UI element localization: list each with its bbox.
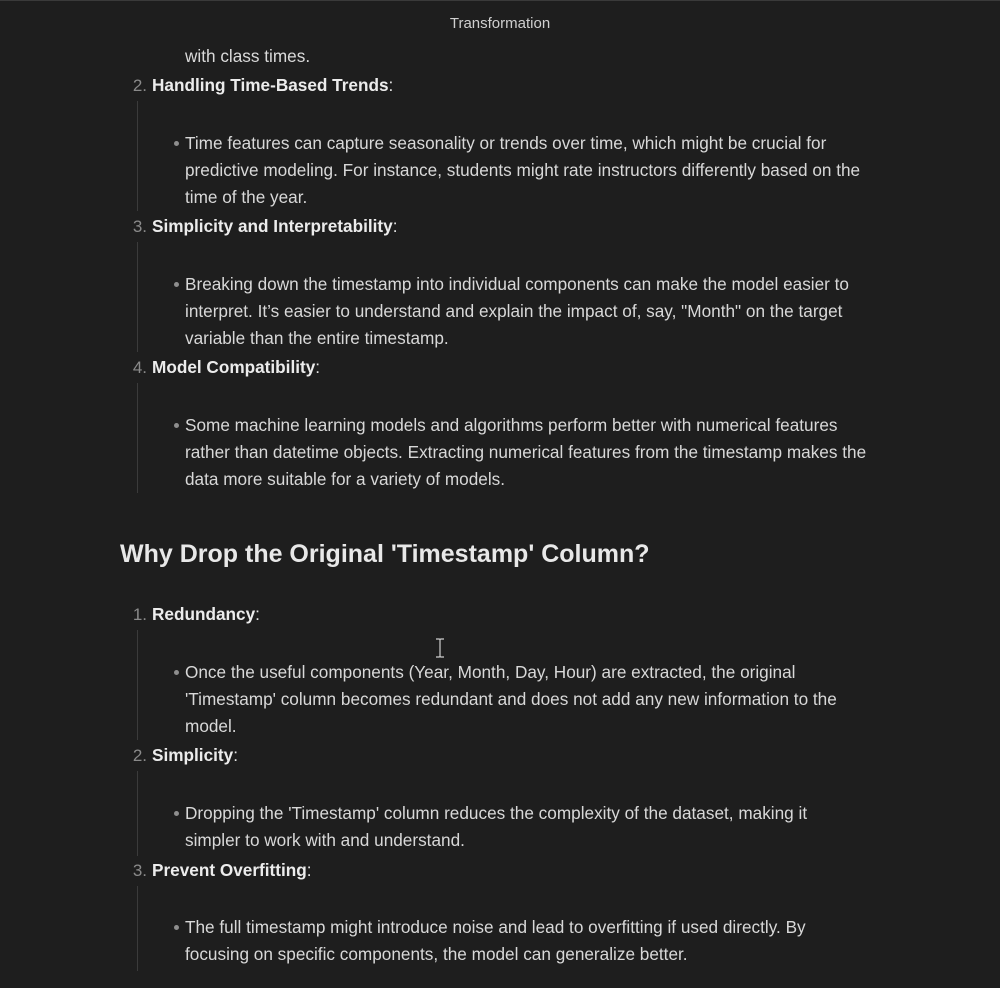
bullet-line: Dropping the 'Timestamp' column reduces … xyxy=(185,803,808,823)
list-number: 3. xyxy=(132,217,147,236)
list-item-colon: : xyxy=(255,604,260,624)
list-number: 2. xyxy=(132,746,147,765)
text-cursor-icon xyxy=(436,638,444,658)
list-number: 2. xyxy=(132,76,147,95)
document-window: Transformation with class times. 2. Hand… xyxy=(0,0,1000,988)
list-number: 1. xyxy=(132,605,147,624)
bullet-text: The full timestamp might introduce noise… xyxy=(185,914,905,968)
window-title: Transformation xyxy=(449,15,551,32)
bullet-text: Time features can capture seasonality or… xyxy=(185,130,905,211)
indent-guide xyxy=(137,383,138,493)
indent-guide xyxy=(137,886,138,971)
bullet-line: 'Timestamp' column becomes redundant and… xyxy=(185,689,837,709)
list-item-title-bold: Prevent Overfitting xyxy=(152,860,307,880)
indent-guide xyxy=(137,101,138,211)
bullet-line: Once the useful components (Year, Month,… xyxy=(185,662,796,682)
indent-guide xyxy=(137,771,138,856)
bullet-line: Time features can capture seasonality or… xyxy=(185,133,827,153)
list-item-title: Simplicity and Interpretability: xyxy=(152,213,397,240)
list-item-title-bold: Redundancy xyxy=(152,604,256,624)
bullet-text: Dropping the 'Timestamp' column reduces … xyxy=(185,800,905,854)
bullet-line: data more suitable for a variety of mode… xyxy=(185,469,506,489)
top-fragment-text: with class times. xyxy=(185,46,311,66)
list-item-colon: : xyxy=(315,357,321,377)
bullet-line: predictive modeling. For instance, stude… xyxy=(185,160,861,180)
list-number: 3. xyxy=(132,861,147,880)
list-item-title-bold: Handling Time-Based Trends xyxy=(152,75,389,95)
bullet-icon xyxy=(174,141,179,146)
indent-guide xyxy=(137,242,138,352)
list-item-title: Model Compatibility: xyxy=(152,354,320,381)
bullet-icon xyxy=(174,282,179,287)
title-bar: Transformation xyxy=(0,1,1000,45)
bullet-line: Some machine learning models and algorit… xyxy=(185,415,838,435)
bullet-line: rather than datetime objects. Extracting… xyxy=(185,442,867,462)
list-item-title: Simplicity: xyxy=(152,742,238,769)
bullet-line: focusing on specific components, the mod… xyxy=(185,944,688,964)
list-item-title-bold: Simplicity xyxy=(152,745,234,765)
list-item-title: Handling Time-Based Trends: xyxy=(152,72,393,99)
bullet-line: model. xyxy=(185,716,237,736)
section-heading: Why Drop the Original 'Timestamp' Column… xyxy=(120,540,650,568)
bullet-line: simpler to work with and understand. xyxy=(185,830,465,850)
bullet-text: Once the useful components (Year, Month,… xyxy=(185,659,905,740)
bullet-icon xyxy=(174,423,179,428)
list-item-colon: : xyxy=(392,216,398,236)
bullet-line: Breaking down the timestamp into individ… xyxy=(185,274,849,294)
bullet-line: variable than the entire timestamp. xyxy=(185,328,449,348)
bullet-line: interpret. It’s easier to understand and… xyxy=(185,301,843,321)
indent-guide xyxy=(137,630,138,740)
bullet-text: Some machine learning models and algorit… xyxy=(185,412,905,493)
list-item-colon: : xyxy=(233,745,238,765)
bullet-icon xyxy=(174,811,179,816)
document-content[interactable]: with class times. 2. Handling Time-Based… xyxy=(0,1,1000,988)
bullet-text: Breaking down the timestamp into individ… xyxy=(185,271,905,352)
list-item-title-bold: Simplicity and Interpretability xyxy=(152,216,393,236)
list-item-title: Redundancy: xyxy=(152,601,260,628)
bullet-icon xyxy=(174,670,179,675)
bullet-line: The full timestamp might introduce noise… xyxy=(185,917,806,937)
list-item-colon: : xyxy=(388,75,394,95)
list-item-colon: : xyxy=(306,860,312,880)
bullet-icon xyxy=(174,925,179,930)
list-number: 4. xyxy=(132,358,147,377)
list-item-title: Prevent Overfitting: xyxy=(152,857,312,884)
list-item-title-bold: Model Compatibility xyxy=(152,357,316,377)
bullet-line: time of the year. xyxy=(185,187,308,207)
